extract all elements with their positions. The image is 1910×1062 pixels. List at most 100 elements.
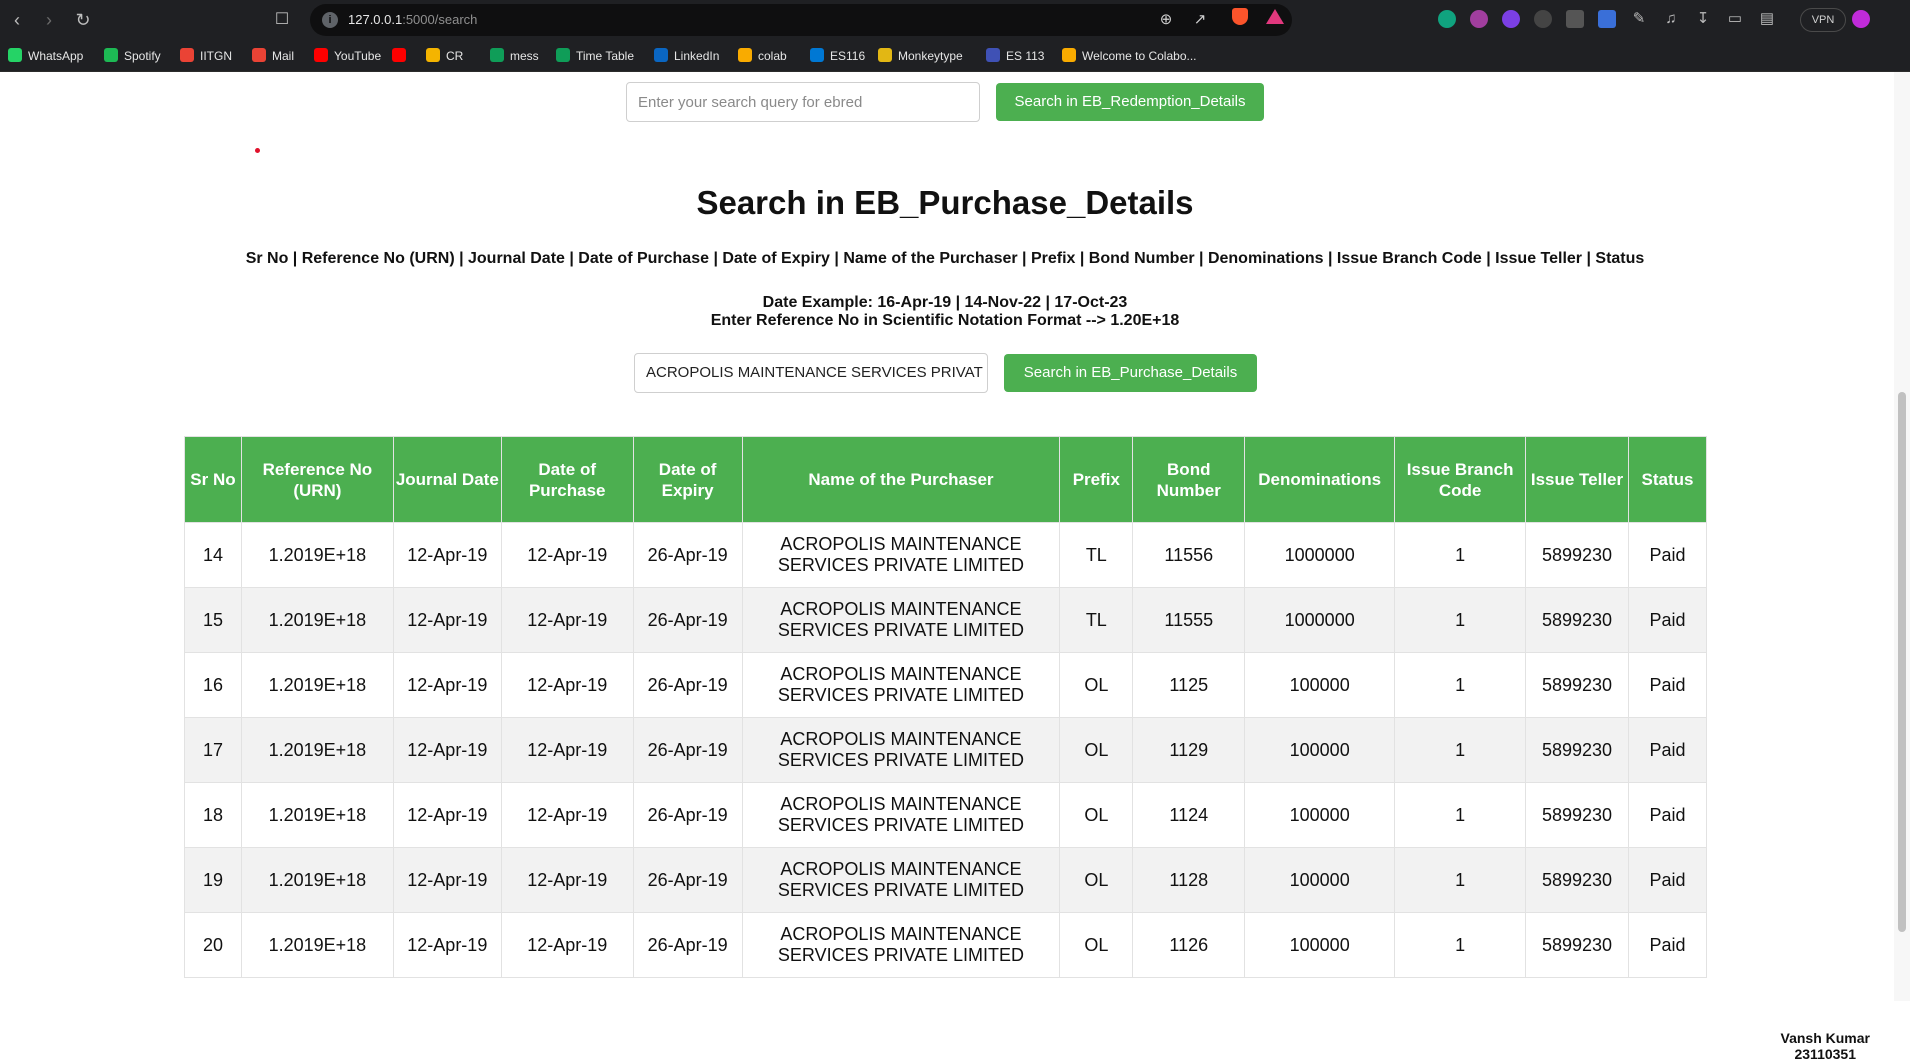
brave-shields-icon[interactable] xyxy=(1232,8,1248,25)
bookmark-item[interactable] xyxy=(392,47,412,65)
bookmark-icon[interactable]: ☐ xyxy=(272,10,292,30)
bookmark-label: Welcome to Colabo... xyxy=(1082,49,1197,63)
wallet-icon[interactable]: ▤ xyxy=(1758,10,1776,28)
zoom-icon[interactable]: ⊕ xyxy=(1156,10,1176,30)
bookmark-item[interactable]: Spotify xyxy=(104,47,161,65)
extension-icon[interactable] xyxy=(1566,10,1584,28)
table-cell: 5899230 xyxy=(1525,912,1629,978)
table-cell: OL xyxy=(1059,782,1134,848)
vpn-button[interactable]: VPN xyxy=(1800,8,1846,32)
bookmark-label: Monkeytype xyxy=(898,49,963,63)
table-header-row: Sr No Reference No (URN) Journal Date Date … xyxy=(184,436,1708,523)
puzzle-icon[interactable]: ✎ xyxy=(1630,10,1648,28)
table-cell: 5899230 xyxy=(1525,847,1629,913)
table-cell: 14 xyxy=(184,522,242,588)
table-cell: Paid xyxy=(1627,782,1708,848)
bookmark-item[interactable]: colab xyxy=(738,47,787,65)
bookmark-item[interactable]: Mail xyxy=(252,47,294,65)
scrollbar-thumb[interactable] xyxy=(1898,392,1906,932)
site-info-icon[interactable]: i xyxy=(322,12,338,28)
share-icon[interactable]: ↗ xyxy=(1190,10,1210,30)
table-cell: 1000000 xyxy=(1244,587,1396,653)
extension-icon[interactable] xyxy=(1502,10,1520,28)
column-header: Name of the Purchaser xyxy=(741,436,1061,523)
column-header: Status xyxy=(1627,436,1708,523)
bookmark-label: Spotify xyxy=(124,49,161,63)
bookmark-item[interactable]: Monkeytype xyxy=(878,47,963,65)
table-cell: 1129 xyxy=(1132,717,1246,783)
table-cell: 12-Apr-19 xyxy=(392,587,502,653)
bookmark-item[interactable]: CR xyxy=(426,47,463,65)
classroom-icon xyxy=(986,48,1000,62)
purchase-search-input[interactable]: ACROPOLIS MAINTENANCE SERVICES PRIVAT xyxy=(634,353,988,393)
bookmark-label: YouTube xyxy=(334,49,382,63)
table-row: 18 1.2019E+18 12-Apr-19 12-Apr-19 26-Apr-19 A… xyxy=(184,782,1708,848)
redemption-search-button[interactable]: Search in EB_Redemption_Details xyxy=(996,83,1264,121)
column-header: Denominations xyxy=(1244,436,1396,523)
table-cell: 1 xyxy=(1394,522,1527,588)
url-path: :5000/search xyxy=(402,12,478,27)
table-cell: 1.2019E+18 xyxy=(240,782,394,848)
page-content: Search in EB_Redemption_Details Search i… xyxy=(0,72,1910,1062)
back-icon[interactable]: ‹ xyxy=(6,9,28,31)
extension-icon[interactable] xyxy=(1598,10,1616,28)
table-cell: 1.2019E+18 xyxy=(240,847,394,913)
table-cell: 20 xyxy=(184,912,242,978)
bookmark-item[interactable]: IITGN xyxy=(180,47,232,65)
table-cell: 1.2019E+18 xyxy=(240,652,394,718)
scrollbar[interactable] xyxy=(1894,72,1910,1001)
bookmark-label: CR xyxy=(446,49,464,63)
sheets-icon xyxy=(556,48,570,62)
address-bar[interactable]: ☐ i 127.0.0.1:5000/search ⊕ ↗ xyxy=(275,4,1292,36)
bookmark-item[interactable]: Welcome to Colabo... xyxy=(1062,47,1197,65)
table-cell: 100000 xyxy=(1244,847,1396,913)
table-cell: ACROPOLIS MAINTENANCE SERVICES PRIVATE L… xyxy=(741,847,1061,913)
redemption-search-input[interactable] xyxy=(626,82,980,122)
extension-icon[interactable] xyxy=(1470,10,1488,28)
reload-icon[interactable]: ↻ xyxy=(72,9,94,31)
colab-icon xyxy=(1062,48,1076,62)
table-row: 20 1.2019E+18 12-Apr-19 12-Apr-19 26-Apr-19 A… xyxy=(184,912,1708,978)
bookmark-item[interactable]: mess xyxy=(490,47,539,65)
table-cell: TL xyxy=(1059,587,1134,653)
bookmark-item[interactable]: YouTube xyxy=(314,47,381,65)
table-cell: Paid xyxy=(1627,522,1708,588)
sidebar-icon[interactable]: ▭ xyxy=(1726,10,1744,28)
table-cell: 26-Apr-19 xyxy=(632,847,743,913)
bookmark-label: ES116 xyxy=(830,49,866,63)
columns-description: Sr No | Reference No (URN) | Journal Dat… xyxy=(245,250,1645,267)
download-icon[interactable]: ↧ xyxy=(1694,10,1712,28)
table-cell: 12-Apr-19 xyxy=(392,652,502,718)
reference-format-hint: Enter Reference No in Scientific Notatio… xyxy=(710,312,1180,329)
table-cell: 100000 xyxy=(1244,912,1396,978)
forward-icon[interactable]: › xyxy=(38,9,60,31)
table-cell: 1 xyxy=(1394,782,1527,848)
table-cell: TL xyxy=(1059,522,1134,588)
table-cell: 11555 xyxy=(1132,587,1246,653)
table-cell: ACROPOLIS MAINTENANCE SERVICES PRIVATE L… xyxy=(741,717,1061,783)
purchase-search-button[interactable]: Search in EB_Purchase_Details xyxy=(1004,354,1257,392)
profile-avatar[interactable] xyxy=(1852,10,1870,28)
table-cell: 1 xyxy=(1394,587,1527,653)
table-row: 17 1.2019E+18 12-Apr-19 12-Apr-19 26-Apr-19 A… xyxy=(184,717,1708,783)
table-cell: 1124 xyxy=(1132,782,1246,848)
bookmark-item[interactable]: WhatsApp xyxy=(8,47,83,65)
table-cell: Paid xyxy=(1627,847,1708,913)
music-icon[interactable]: ♫ xyxy=(1662,10,1680,28)
bookmark-item[interactable]: ES116 xyxy=(810,47,865,65)
bookmark-item[interactable]: ES 113 xyxy=(986,47,1044,65)
chatgpt-extension-icon[interactable] xyxy=(1438,10,1456,28)
table-cell: 1 xyxy=(1394,717,1527,783)
brave-rewards-icon[interactable] xyxy=(1266,9,1284,24)
table-cell: 12-Apr-19 xyxy=(500,782,634,848)
gmail-icon xyxy=(180,48,194,62)
url-text[interactable]: 127.0.0.1:5000/search xyxy=(348,12,477,27)
table-cell: Paid xyxy=(1627,652,1708,718)
bookmark-item[interactable]: LinkedIn xyxy=(654,47,719,65)
author-name: Vansh Kumar xyxy=(1780,1030,1870,1046)
table-cell: ACROPOLIS MAINTENANCE SERVICES PRIVATE L… xyxy=(741,782,1061,848)
bookmark-item[interactable]: Time Table xyxy=(556,47,634,65)
extension-icon[interactable] xyxy=(1534,10,1552,28)
whatsapp-icon xyxy=(8,48,22,62)
table-cell: 26-Apr-19 xyxy=(632,522,743,588)
